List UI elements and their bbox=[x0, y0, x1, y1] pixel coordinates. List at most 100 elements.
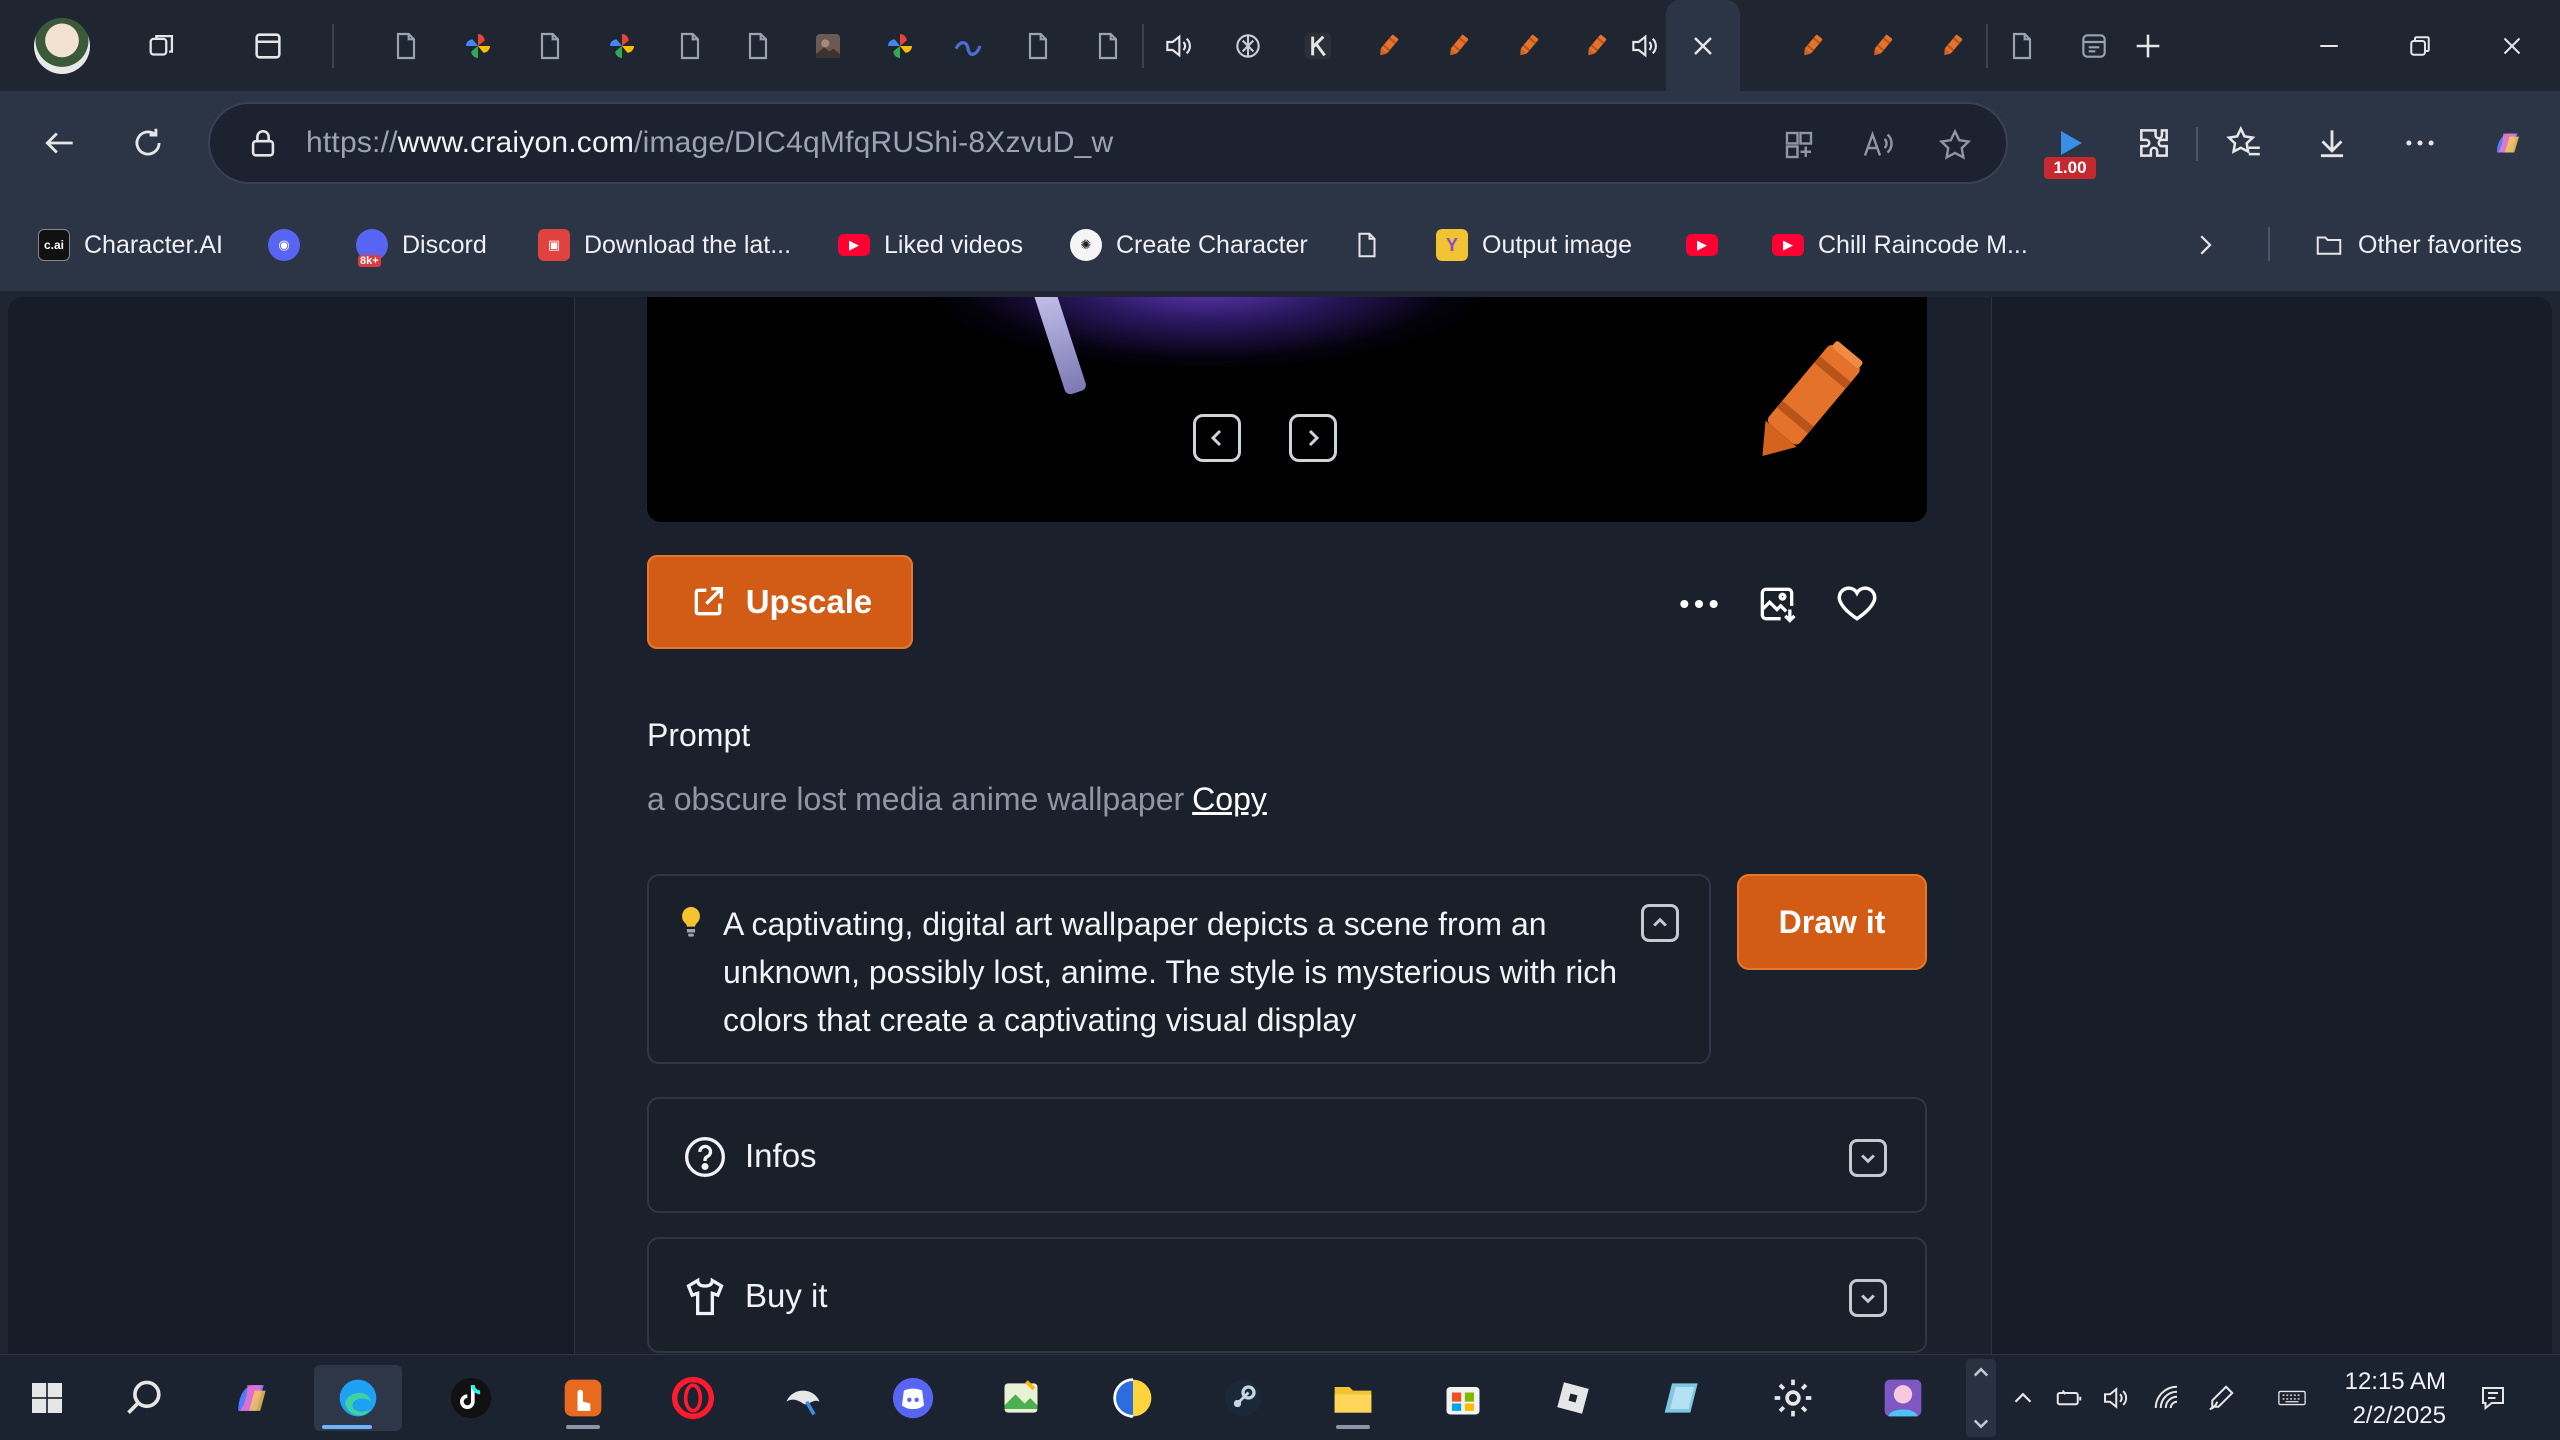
tab-active[interactable] bbox=[1666, 0, 1740, 91]
infos-accordion[interactable]: Infos bbox=[647, 1097, 1927, 1213]
tab-craiyon[interactable] bbox=[1428, 20, 1488, 72]
more-menu-button[interactable] bbox=[2390, 113, 2450, 173]
tab-app[interactable] bbox=[2064, 20, 2124, 72]
taskbar-tiktok[interactable] bbox=[438, 1365, 504, 1431]
tab-craiyon[interactable] bbox=[1922, 20, 1982, 72]
taskbar-app-blue[interactable] bbox=[1100, 1365, 1166, 1431]
taskbar-discord[interactable] bbox=[880, 1365, 946, 1431]
bookmark-download[interactable]: ▣ Download the lat... bbox=[538, 225, 791, 265]
tab-openai[interactable] bbox=[1218, 20, 1278, 72]
tab-generic[interactable] bbox=[660, 20, 720, 72]
more-options-button[interactable] bbox=[1671, 576, 1727, 632]
extension-badge-icon[interactable]: 1.00 bbox=[2044, 125, 2096, 179]
expand-buy-it-button[interactable] bbox=[1849, 1279, 1887, 1317]
tab-k[interactable] bbox=[1288, 20, 1348, 72]
tab-actions-icon[interactable] bbox=[248, 26, 288, 66]
taskbar-app-image[interactable] bbox=[988, 1365, 1054, 1431]
bookmark-chill-raincode[interactable]: ▶ Chill Raincode M... bbox=[1772, 225, 2028, 265]
back-button[interactable] bbox=[30, 113, 90, 173]
system-clock[interactable]: 12:15 AM 2/2/2025 bbox=[2334, 1365, 2446, 1433]
workspaces-icon[interactable] bbox=[142, 26, 182, 66]
taskbar-opera[interactable] bbox=[660, 1365, 726, 1431]
tab-craiyon[interactable] bbox=[1358, 20, 1418, 72]
keyboard-icon[interactable] bbox=[2268, 1381, 2316, 1415]
generated-image[interactable] bbox=[647, 297, 1927, 522]
notifications-icon[interactable] bbox=[2476, 1381, 2510, 1415]
draw-it-button[interactable]: Draw it bbox=[1737, 874, 1927, 970]
tab-generic[interactable] bbox=[520, 20, 580, 72]
tab-generic[interactable] bbox=[1992, 20, 2052, 72]
show-hidden-icons-button[interactable] bbox=[2006, 1381, 2040, 1415]
tab-craiyon[interactable] bbox=[1782, 20, 1842, 72]
address-bar[interactable]: https://www.craiyon.com/image/DIC4qMfqRU… bbox=[208, 102, 2008, 184]
pen-icon[interactable] bbox=[2204, 1381, 2238, 1415]
new-tab-button[interactable] bbox=[2128, 26, 2168, 66]
tab-pinwheel[interactable] bbox=[448, 20, 508, 72]
taskbar-copilot[interactable] bbox=[218, 1365, 284, 1431]
bookmark-characterai[interactable]: c.ai Character.AI bbox=[38, 225, 223, 265]
app-available-icon[interactable] bbox=[1778, 124, 1820, 166]
taskbar-app-paint[interactable] bbox=[770, 1365, 836, 1431]
taskbar-edge[interactable] bbox=[314, 1365, 402, 1431]
bookmarks-overflow-button[interactable] bbox=[2190, 225, 2220, 265]
read-aloud-icon[interactable] bbox=[1856, 124, 1898, 166]
close-icon[interactable] bbox=[1687, 30, 1719, 62]
steam-icon bbox=[1221, 1376, 1265, 1420]
refresh-button[interactable] bbox=[118, 113, 178, 173]
buy-it-accordion[interactable]: Buy it bbox=[647, 1237, 1927, 1353]
next-image-button[interactable] bbox=[1289, 414, 1337, 462]
taskbar-start[interactable] bbox=[14, 1365, 80, 1431]
tab-pinwheel[interactable] bbox=[870, 20, 930, 72]
volume-icon[interactable] bbox=[2098, 1381, 2132, 1415]
tab-craiyon[interactable] bbox=[1852, 20, 1912, 72]
copilot-button[interactable] bbox=[2478, 113, 2538, 173]
favorites-button[interactable] bbox=[2214, 113, 2274, 173]
bookmark-page[interactable] bbox=[1352, 225, 1382, 265]
tab-swirl[interactable] bbox=[938, 20, 998, 72]
bookmark-create-character[interactable]: ✺ Create Character bbox=[1070, 225, 1308, 265]
bookmark-discord-server[interactable]: ◉ bbox=[268, 225, 314, 265]
tab-audio[interactable] bbox=[1614, 20, 1674, 72]
tab-pinwheel[interactable] bbox=[592, 20, 652, 72]
taskbar-settings[interactable] bbox=[1760, 1365, 1826, 1431]
taskbar-app-orange[interactable] bbox=[550, 1365, 616, 1431]
battery-icon[interactable] bbox=[2052, 1381, 2086, 1415]
close-window-button[interactable] bbox=[2488, 22, 2536, 70]
tab-generic[interactable] bbox=[1078, 20, 1138, 72]
tab-thumbnail[interactable] bbox=[798, 20, 858, 72]
upscale-button[interactable]: Upscale bbox=[647, 555, 913, 649]
profile-avatar[interactable] bbox=[34, 18, 90, 74]
collapse-description-button[interactable] bbox=[1641, 904, 1679, 942]
previous-image-button[interactable] bbox=[1193, 414, 1241, 462]
favorite-star-icon[interactable] bbox=[1934, 124, 1976, 166]
bookmark-output-image[interactable]: Y Output image bbox=[1436, 225, 1632, 265]
taskbar-roblox[interactable] bbox=[1540, 1365, 1606, 1431]
bookmark-discord[interactable]: 8k+ Discord bbox=[356, 225, 487, 267]
bookmark-other-favorites[interactable]: Other favorites bbox=[2312, 225, 2522, 265]
tab-craiyon[interactable] bbox=[1498, 20, 1558, 72]
taskbar-steam[interactable] bbox=[1210, 1365, 1276, 1431]
taskbar-store[interactable] bbox=[1430, 1365, 1496, 1431]
tab-generic[interactable] bbox=[1008, 20, 1068, 72]
bookmark-liked-videos[interactable]: ▶ Liked videos bbox=[838, 225, 1023, 265]
taskbar-app-avatar[interactable] bbox=[1870, 1365, 1936, 1431]
tab-generic[interactable] bbox=[728, 20, 788, 72]
extensions-button[interactable] bbox=[2124, 113, 2184, 173]
tab-generic[interactable] bbox=[376, 20, 436, 72]
minimize-button[interactable] bbox=[2305, 22, 2353, 70]
restore-button[interactable] bbox=[2396, 22, 2444, 70]
url-text[interactable]: https://www.craiyon.com/image/DIC4qMfqRU… bbox=[306, 126, 1113, 160]
downloads-button[interactable] bbox=[2302, 113, 2362, 173]
copy-prompt-link[interactable]: Copy bbox=[1192, 781, 1267, 817]
tab-audio[interactable] bbox=[1148, 20, 1208, 72]
like-button[interactable] bbox=[1829, 576, 1885, 632]
network-icon[interactable] bbox=[2150, 1381, 2184, 1415]
taskbar-search[interactable] bbox=[112, 1365, 178, 1431]
taskbar-file-explorer[interactable] bbox=[1320, 1365, 1386, 1431]
bookmark-youtube[interactable]: ▶ bbox=[1686, 225, 1732, 265]
lock-icon[interactable] bbox=[246, 126, 280, 162]
taskbar-app-cyan[interactable] bbox=[1650, 1365, 1716, 1431]
save-image-button[interactable] bbox=[1749, 576, 1805, 632]
expand-infos-button[interactable] bbox=[1849, 1139, 1887, 1177]
taskbar-overflow-scroller[interactable] bbox=[1966, 1359, 1996, 1437]
